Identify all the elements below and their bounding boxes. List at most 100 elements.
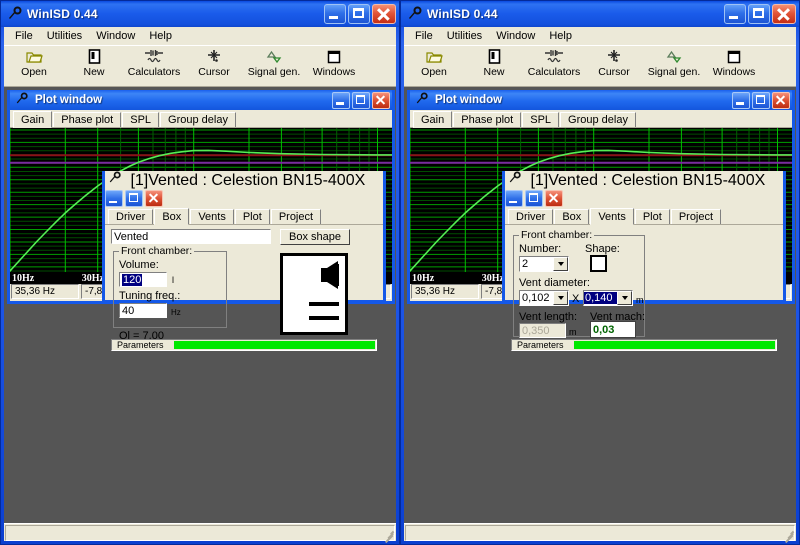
driver-minimize-button-2[interactable] xyxy=(505,190,523,207)
windows-tile-icon-2 xyxy=(727,48,741,65)
box-shape-button[interactable]: Box shape xyxy=(280,229,350,245)
driver-dialog-title-bar[interactable]: [1]Vented : Celestion BN15-400X xyxy=(105,171,383,207)
driver-maximize-button[interactable] xyxy=(125,190,143,207)
toolbar-button-open-2[interactable]: Open xyxy=(404,48,464,78)
box-type-field[interactable]: Vented xyxy=(111,229,271,244)
driver-maximize-button-2[interactable] xyxy=(525,190,543,207)
resize-grip-2[interactable] xyxy=(782,528,794,543)
menu-file-2[interactable]: File xyxy=(408,28,440,44)
driver-minimize-button[interactable] xyxy=(105,190,123,207)
vent-diameter-label: Vent diameter: xyxy=(519,277,590,289)
tab-project[interactable]: Project xyxy=(270,209,322,224)
vent-diameter-1-arrow[interactable] xyxy=(553,291,568,305)
driver-close-button[interactable] xyxy=(145,190,163,207)
window-controls xyxy=(324,4,396,24)
app-body-2: File Utilities Window Help Open New Calc… xyxy=(404,27,796,543)
title-bar[interactable]: WinISD 0.44 xyxy=(1,1,399,27)
vent-shape-box[interactable] xyxy=(590,255,607,272)
toolbar-button-cursor-2[interactable]: Cursor xyxy=(584,48,644,78)
tab-phase-plot-2[interactable]: Phase plot xyxy=(453,112,522,127)
tab-box[interactable]: Box xyxy=(154,208,190,225)
toolbar-button-open[interactable]: Open xyxy=(4,48,64,78)
vent-diameter-times: X xyxy=(572,293,580,305)
toolbar: Open New Calculators Cursor Signal gen. … xyxy=(4,45,396,87)
toolbar-button-windows[interactable]: Windows xyxy=(304,48,364,78)
maximize-button-2[interactable] xyxy=(748,4,770,24)
driver-dialog-icon-2 xyxy=(508,171,526,189)
toolbar-button-signal-gen-2[interactable]: Signal gen. xyxy=(644,48,704,78)
toolbar-button-signal-gen[interactable]: Signal gen. xyxy=(244,48,304,78)
vent-diameter-2-combo[interactable]: 0,140 xyxy=(583,290,633,306)
toolbar-button-cursor[interactable]: Cursor xyxy=(184,48,244,78)
plot-close-button-2[interactable] xyxy=(772,91,790,109)
vent-number-combo[interactable]: 2 xyxy=(519,256,569,272)
menu-help-2[interactable]: Help xyxy=(542,28,579,44)
toolbar-button-new[interactable]: New xyxy=(64,48,124,78)
tab-vents-2[interactable]: Vents xyxy=(590,208,634,225)
driver-tabs-2: Driver Box Vents Plot Project xyxy=(505,207,783,225)
vent-diameter-2-arrow[interactable] xyxy=(617,291,632,305)
tuning-freq-input[interactable]: 40 xyxy=(119,303,167,318)
tab-group-delay[interactable]: Group delay xyxy=(160,112,236,127)
driver-dialog-title-bar-2[interactable]: [1]Vented : Celestion BN15-400X xyxy=(505,171,783,207)
volume-label: Volume: xyxy=(119,259,159,271)
app-body: File Utilities Window Help Open New Calc… xyxy=(4,27,396,543)
menu-help[interactable]: Help xyxy=(142,28,179,44)
tab-plot-2[interactable]: Plot xyxy=(634,209,670,224)
vent-number-combo-arrow[interactable] xyxy=(553,257,568,271)
signal-generator-icon xyxy=(264,48,284,65)
tab-group-delay-2[interactable]: Group delay xyxy=(560,112,636,127)
close-button[interactable] xyxy=(372,4,396,24)
maximize-button[interactable] xyxy=(348,4,370,24)
svg-text:10Hz: 10Hz xyxy=(412,273,435,284)
plot-close-button[interactable] xyxy=(372,91,390,109)
driver-dialog-icon xyxy=(108,171,126,189)
tab-plot[interactable]: Plot xyxy=(234,209,270,224)
driver-dialog-controls xyxy=(105,190,383,207)
close-button-2[interactable] xyxy=(772,4,796,24)
tab-spl-2[interactable]: SPL xyxy=(522,112,560,127)
toolbar-button-calculators-2[interactable]: Calculators xyxy=(524,48,584,78)
menu-file[interactable]: File xyxy=(8,28,40,44)
vent-length-label: Vent length: xyxy=(519,311,578,323)
plot-maximize-button[interactable] xyxy=(352,91,370,109)
driver-dialog-title: [1]Vented : Celestion BN15-400X xyxy=(130,172,366,189)
volume-input[interactable]: 120 xyxy=(119,272,167,287)
tab-spl[interactable]: SPL xyxy=(122,112,160,127)
menu-utilities[interactable]: Utilities xyxy=(40,28,89,44)
driver-close-button-2[interactable] xyxy=(545,190,563,207)
plot-minimize-button[interactable] xyxy=(332,91,350,109)
plot-window-title-bar-2[interactable]: Plot window xyxy=(410,90,792,110)
tab-phase-plot[interactable]: Phase plot xyxy=(53,112,122,127)
toolbar-label-calculators-2: Calculators xyxy=(527,66,581,78)
tab-driver-2[interactable]: Driver xyxy=(508,209,554,224)
tab-vents[interactable]: Vents xyxy=(190,209,234,224)
menu-window[interactable]: Window xyxy=(89,28,142,44)
mdi-client-area: Plot window Gain Phase plot SPL Group de… xyxy=(4,87,396,523)
vent-diameter-1-combo[interactable]: 0,102 xyxy=(519,290,569,306)
plot-minimize-button-2[interactable] xyxy=(732,91,750,109)
minimize-button[interactable] xyxy=(324,4,346,24)
svg-text:10Hz: 10Hz xyxy=(12,273,35,284)
toolbar-label-open-2: Open xyxy=(421,66,447,78)
tab-gain-2[interactable]: Gain xyxy=(413,111,453,128)
toolbar-button-calculators[interactable]: Calculators xyxy=(124,48,184,78)
parameters-progress: Parameters xyxy=(111,339,377,351)
toolbar-button-windows-2[interactable]: Windows xyxy=(704,48,764,78)
toolbar-label-windows-2: Windows xyxy=(712,66,756,78)
plot-maximize-button-2[interactable] xyxy=(752,91,770,109)
tab-gain[interactable]: Gain xyxy=(13,111,53,128)
parameters-progress-label-2: Parameters xyxy=(517,340,564,350)
windows-tile-icon xyxy=(327,48,341,65)
tab-box-2[interactable]: Box xyxy=(554,209,590,224)
plot-window-title-bar[interactable]: Plot window xyxy=(10,90,392,110)
menu-window-2[interactable]: Window xyxy=(489,28,542,44)
tab-project-2[interactable]: Project xyxy=(670,209,722,224)
tab-driver[interactable]: Driver xyxy=(108,209,154,224)
toolbar-button-new-2[interactable]: New xyxy=(464,48,524,78)
vent-length-unit: m xyxy=(569,327,577,337)
menu-utilities-2[interactable]: Utilities xyxy=(440,28,489,44)
resize-grip[interactable] xyxy=(382,528,394,543)
minimize-button-2[interactable] xyxy=(724,4,746,24)
title-bar-2[interactable]: WinISD 0.44 xyxy=(401,1,799,27)
